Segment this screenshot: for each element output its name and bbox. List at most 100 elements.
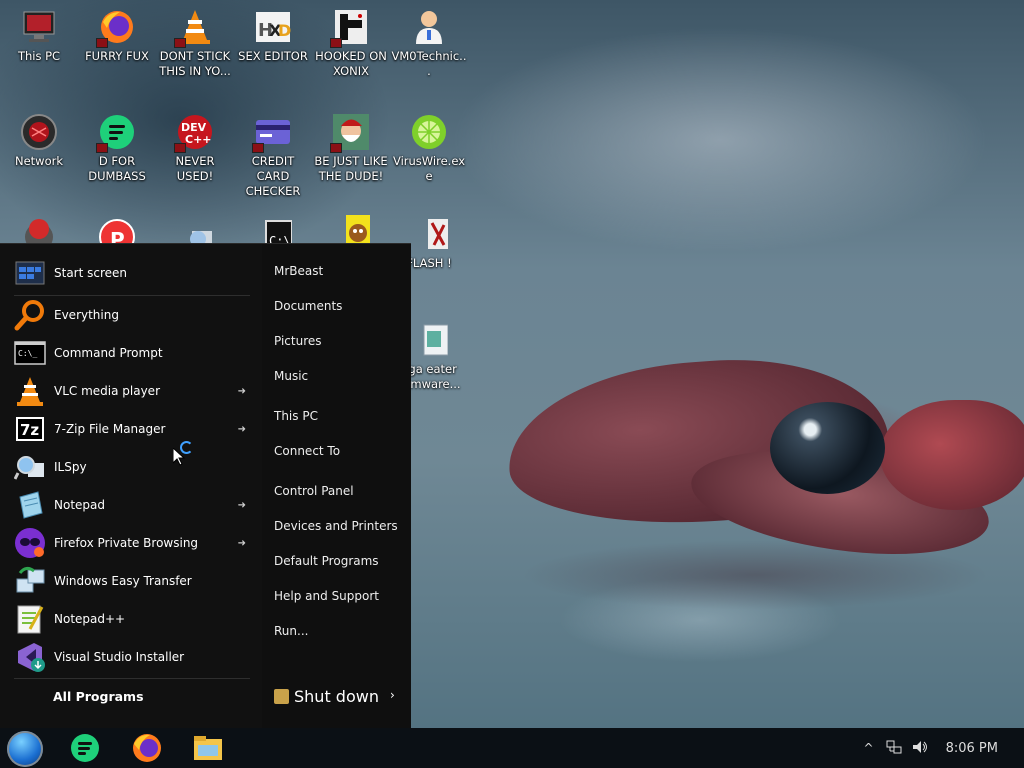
desktop-icon-label: This PC — [17, 49, 61, 63]
desktop-icon-dont-stick[interactable]: DONT STICK THIS IN YO... — [157, 8, 233, 79]
desktop-icon-viruswire[interactable]: VirusWire.exe — [391, 113, 467, 184]
green-chat-icon — [71, 734, 99, 762]
right-link-run[interactable]: Run... — [274, 624, 308, 638]
right-link-this-pc[interactable]: This PC — [274, 409, 318, 423]
start-item-vs-installer[interactable]: Visual Studio Installer — [14, 640, 254, 674]
desktop-icon-credit-card-checker[interactable]: CREDIT CARD CHECKER — [235, 113, 311, 199]
start-item-label: Start screen — [54, 266, 128, 280]
right-link-devices-printers[interactable]: Devices and Printers — [274, 519, 398, 533]
submenu-arrow-icon[interactable]: ➜ — [238, 386, 246, 397]
shutdown-label: Shut down — [294, 687, 379, 706]
taskbar-app-file-explorer[interactable] — [192, 732, 224, 764]
monitor-icon — [20, 8, 58, 46]
desktop-icon-be-just-like-the-dude[interactable]: BE JUST LIKE THE DUDE! — [313, 113, 389, 184]
svg-text:7z: 7z — [20, 421, 39, 439]
window-app-icon — [410, 321, 449, 359]
start-item-firefox-private[interactable]: Firefox Private Browsing ➜ — [14, 526, 254, 560]
vs-installer-icon — [14, 641, 46, 673]
right-link-pictures[interactable]: Pictures — [274, 334, 322, 348]
shutdown-button[interactable]: Shut down — [274, 687, 379, 706]
start-orb-button[interactable] — [7, 731, 43, 767]
hxd-icon: HXD — [254, 8, 292, 46]
start-item-label: Command Prompt — [54, 346, 163, 360]
file-explorer-icon — [194, 736, 222, 760]
desktop-icon-network[interactable]: Network — [1, 113, 77, 169]
clock[interactable]: 8:06 PM — [946, 741, 998, 756]
xonix-icon — [330, 8, 370, 48]
shutdown-options-arrow[interactable]: › — [390, 688, 395, 702]
start-item-label: VLC media player — [54, 384, 161, 398]
submenu-arrow-icon[interactable]: ➜ — [238, 500, 246, 511]
right-link-default-programs[interactable]: Default Programs — [274, 554, 379, 568]
desktop-icon-label: SEX EDITOR — [238, 49, 308, 63]
svg-text:D: D — [278, 21, 291, 40]
cmd-icon: C:\_ — [14, 337, 46, 369]
submenu-arrow-icon[interactable]: ➜ — [238, 424, 246, 435]
desktop-icon-sex-editor[interactable]: HXD SEX EDITOR — [235, 8, 311, 64]
desktop-icon-label: BE JUST LIKE THE DUDE! — [314, 154, 388, 183]
all-programs-button[interactable]: All Programs — [53, 689, 144, 704]
start-item-command-prompt[interactable]: C:\_ Command Prompt — [14, 336, 254, 370]
submenu-arrow-icon[interactable]: ➜ — [238, 538, 246, 549]
green-chat-icon — [96, 113, 136, 153]
start-item-notepad[interactable]: Notepad ➜ — [14, 488, 254, 522]
taskbar-app-firefox[interactable] — [131, 732, 163, 764]
flash-icon — [410, 215, 448, 253]
start-menu-divider — [14, 678, 250, 679]
desktop-icon-label: VirusWire.exe — [392, 154, 465, 183]
credit-card-icon — [252, 113, 292, 153]
start-item-vlc[interactable]: VLC media player ➜ — [14, 374, 254, 408]
devcpp-icon: DEV C++ — [174, 113, 214, 153]
desktop-icon-never-used[interactable]: DEV C++ NEVER USED! — [157, 113, 233, 184]
desktop-icon-vm0technic[interactable]: VM0Technic... — [391, 8, 467, 79]
magnifier-icon — [14, 299, 46, 331]
right-link-control-panel[interactable]: Control Panel — [274, 484, 354, 498]
mouse-cursor-icon — [173, 448, 185, 466]
right-link-user[interactable]: MrBeast — [274, 264, 323, 278]
vlc-icon — [14, 375, 46, 407]
desktop-icon-d-for-dumbass[interactable]: D FOR DUMBASS — [79, 113, 155, 184]
desktop-icon-furry-fux[interactable]: FURRY FUX — [79, 8, 155, 64]
start-item-label: Notepad++ — [54, 612, 126, 626]
show-hidden-icons-chevron[interactable]: ^ — [864, 741, 874, 755]
ilspy-icon — [13, 451, 46, 483]
network-icon[interactable] — [886, 739, 902, 758]
start-item-ilspy[interactable]: ILSpy — [13, 450, 254, 484]
start-item-easy-transfer[interactable]: Windows Easy Transfer — [14, 564, 254, 598]
start-item-label: Notepad — [54, 498, 105, 512]
desktop-icon-label: VM0Technic... — [391, 49, 467, 78]
desktop-icon-label: CREDIT CARD CHECKER — [245, 154, 301, 198]
right-link-music[interactable]: Music — [274, 369, 308, 383]
start-menu: Start screen Everything C:\_ Command Pro… — [0, 243, 411, 729]
right-link-help-support[interactable]: Help and Support — [274, 589, 379, 603]
start-item-start-screen[interactable]: Start screen — [14, 256, 254, 290]
start-menu-divider — [14, 295, 250, 296]
start-item-label: Visual Studio Installer — [54, 650, 185, 664]
start-item-label: Windows Easy Transfer — [54, 574, 192, 588]
firefox-icon — [96, 8, 136, 48]
start-item-7zip[interactable]: 7z 7-Zip File Manager ➜ — [14, 412, 254, 446]
start-item-everything[interactable]: Everything — [14, 298, 254, 332]
volume-icon[interactable] — [912, 739, 928, 758]
7zip-icon: 7z — [14, 413, 46, 445]
desktop-icon-label: DONT STICK THIS IN YO... — [159, 49, 231, 78]
desktop-icon-label: HOOKED ON XONIX — [315, 49, 387, 78]
easy-transfer-icon — [14, 565, 46, 597]
taskbar-app-chat[interactable] — [69, 732, 101, 764]
desktop-icon-label: FURRY FUX — [85, 49, 149, 63]
system-tray: ^ 8:06 PM — [864, 728, 1024, 768]
right-link-connect-to[interactable]: Connect To — [274, 444, 340, 458]
start-screen-icon — [14, 257, 46, 289]
desktop-icon-label: NEVER USED! — [175, 154, 215, 183]
notepad-icon — [14, 489, 46, 521]
start-item-notepadpp[interactable]: Notepad++ — [14, 602, 254, 636]
desktop-icon-this-pc[interactable]: This PC — [1, 8, 77, 64]
network-orb-icon — [20, 113, 58, 151]
desktop-icon-hooked-on-xonix[interactable]: HOOKED ON XONIX — [313, 8, 389, 79]
start-item-label: Firefox Private Browsing — [54, 536, 199, 550]
notepadpp-icon — [14, 603, 46, 635]
santa-icon — [330, 113, 370, 153]
start-item-label: Everything — [54, 308, 119, 322]
desktop-icon-label: D FOR DUMBASS — [88, 154, 146, 183]
right-link-documents[interactable]: Documents — [274, 299, 342, 313]
